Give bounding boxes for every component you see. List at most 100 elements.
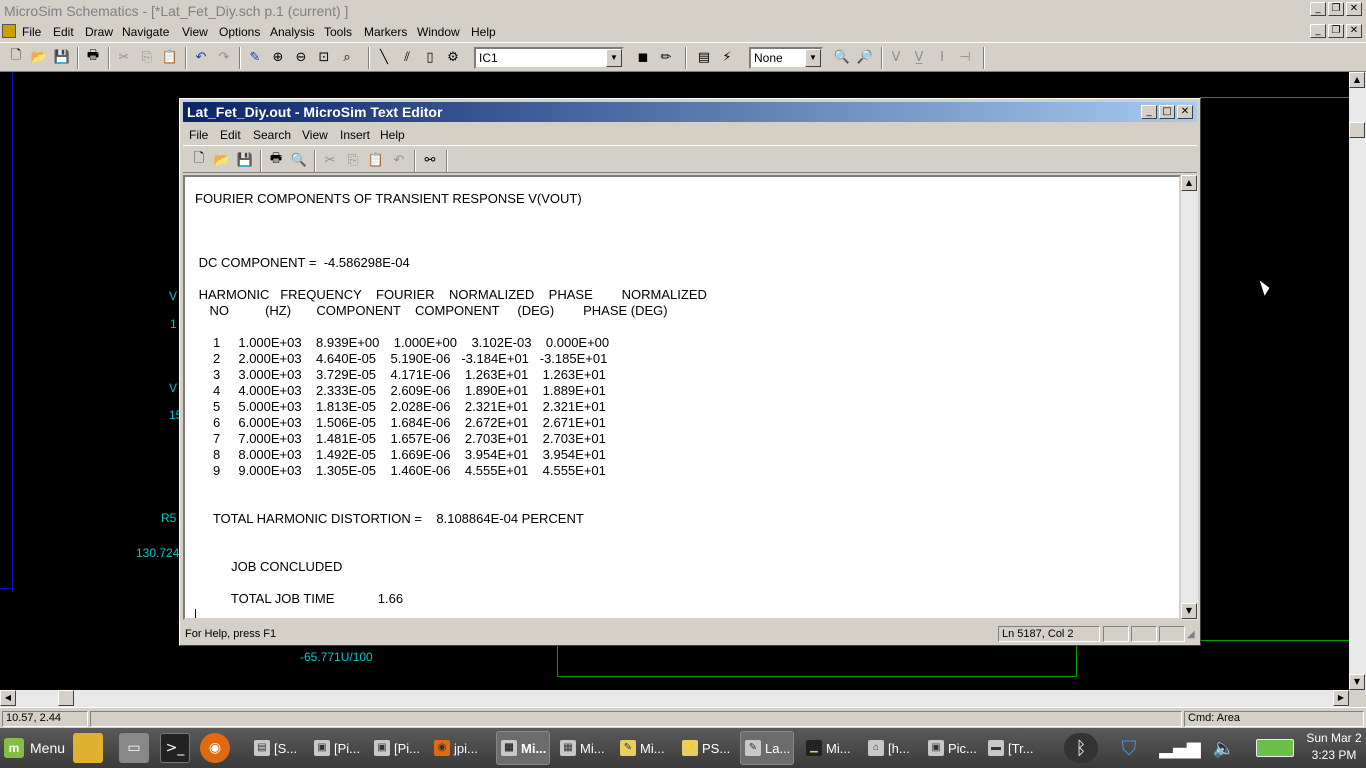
menu-file[interactable]: File — [22, 25, 41, 39]
print-icon[interactable]: 🖶 — [266, 150, 286, 170]
draw-block-icon[interactable]: ▯ — [420, 47, 440, 67]
editor-text-area[interactable]: FOURIER COMPONENTS OF TRANSIENT RESPONSE… — [183, 175, 1181, 620]
task-button[interactable]: ▣ [Pi... — [370, 731, 424, 765]
cut-icon[interactable]: ✂ — [320, 150, 340, 170]
menu-edit[interactable]: Edit — [53, 25, 74, 39]
shield-icon[interactable]: ⛉ — [1110, 733, 1148, 763]
editor-menu-search[interactable]: Search — [253, 128, 291, 142]
edit-attributes-icon[interactable]: ◼ — [633, 47, 653, 67]
scroll-down-icon[interactable]: ▼ — [1349, 674, 1365, 690]
draw-wire-icon[interactable]: ╲ — [374, 47, 394, 67]
scroll-thumb[interactable] — [58, 690, 74, 706]
task-button[interactable]: ▬ [Tr... — [984, 731, 1038, 765]
task-button[interactable]: ⌂ [h... — [864, 731, 918, 765]
editor-titlebar[interactable]: Lat_Fet_Diy.out - MicroSim Text Editor _… — [183, 102, 1197, 122]
editor-maximize-button[interactable]: □ — [1159, 105, 1175, 119]
task-button[interactable]: ▁ Mi... — [802, 731, 856, 765]
scroll-left-icon[interactable]: ◀ — [0, 690, 16, 706]
resize-grip-icon[interactable]: ◢ — [1187, 629, 1195, 640]
copy-icon[interactable]: ⎘ — [343, 150, 363, 170]
voltage-marker-icon[interactable]: V — [886, 47, 906, 67]
editor-close-button[interactable]: ✕ — [1177, 105, 1193, 119]
undo-icon[interactable]: ↶ — [389, 150, 409, 170]
editor-menu-edit[interactable]: Edit — [220, 128, 241, 142]
menu-analysis[interactable]: Analysis — [270, 25, 315, 39]
task-button[interactable]: ▦ Mi... — [556, 731, 610, 765]
network-signal-icon[interactable]: ▂▄▆ — [1159, 733, 1201, 763]
draw-bus-icon[interactable]: ⫽ — [397, 47, 417, 67]
mdi-close-button[interactable]: ✕ — [1346, 24, 1362, 38]
editor-menu-view[interactable]: View — [302, 128, 328, 142]
volume-icon[interactable]: 🔈 — [1206, 733, 1242, 763]
mdi-minimize-button[interactable]: _ — [1310, 24, 1326, 38]
zoom-out-icon[interactable]: ⊖ — [291, 47, 311, 67]
marker-combo[interactable]: None ▼ — [749, 47, 823, 69]
edit-symbol-icon[interactable]: ✏ — [656, 47, 676, 67]
firefox-icon[interactable]: ◉ — [200, 733, 230, 763]
paste-icon[interactable]: 📋 — [160, 47, 180, 67]
menu-tools[interactable]: Tools — [324, 25, 352, 39]
chevron-down-icon[interactable]: ▼ — [805, 49, 821, 67]
redo-icon[interactable]: ↷ — [214, 47, 234, 67]
editor-menu-help[interactable]: Help — [380, 128, 405, 142]
save-icon[interactable]: 💾 — [235, 150, 255, 170]
paste-icon[interactable]: 📋 — [366, 150, 386, 170]
get-part-icon[interactable]: ⚙ — [443, 47, 463, 67]
simulate-icon[interactable]: ⚡ — [717, 47, 737, 67]
open-folder-icon[interactable]: 📂 — [212, 150, 232, 170]
zoom-in-icon[interactable]: ⊕ — [268, 47, 288, 67]
probe-marker-icon[interactable]: ⊣ — [955, 47, 975, 67]
menu-draw[interactable]: Draw — [85, 25, 113, 39]
editor-menu-file[interactable]: File — [189, 128, 208, 142]
new-file-icon[interactable]: 🗋 — [6, 47, 26, 67]
chevron-down-icon[interactable]: ▼ — [606, 49, 622, 67]
zoom-area-icon[interactable]: ⊡ — [314, 47, 334, 67]
scroll-right-icon[interactable]: ▶ — [1333, 690, 1349, 706]
pencil-icon[interactable]: ✎ — [245, 47, 265, 67]
menu-options[interactable]: Options — [219, 25, 260, 39]
minimize-button[interactable]: _ — [1310, 2, 1326, 16]
menu-view[interactable]: View — [182, 25, 208, 39]
task-button[interactable]: ✎ La... — [740, 731, 794, 765]
editor-menu-insert[interactable]: Insert — [340, 128, 370, 142]
vdiff-marker-icon[interactable]: V̲ — [909, 47, 929, 67]
battery-icon[interactable] — [1254, 733, 1296, 763]
open-folder-icon[interactable]: 📂 — [29, 47, 49, 67]
task-button[interactable]: ▤ [S... — [250, 731, 304, 765]
menu-window[interactable]: Window — [417, 25, 460, 39]
canvas-vertical-scrollbar[interactable]: ▲ ▼ — [1349, 72, 1366, 690]
scroll-up-icon[interactable]: ▲ — [1349, 72, 1365, 88]
clock[interactable]: Sun Mar 2 3:23 PM — [1302, 730, 1366, 764]
part-name-combo[interactable]: IC1 ▼ — [474, 47, 624, 69]
find-icon[interactable]: 🔍 — [832, 47, 852, 67]
print-icon[interactable]: 🖶 — [83, 47, 103, 67]
editor-vertical-scrollbar[interactable]: ▲ ▼ — [1181, 175, 1198, 620]
find-binoculars-icon[interactable]: ⚯ — [420, 150, 440, 170]
save-icon[interactable]: 💾 — [52, 47, 72, 67]
app-icon[interactable] — [2, 24, 16, 38]
terminal-icon[interactable]: >_ — [160, 733, 190, 763]
bluetooth-icon[interactable]: ᛒ — [1064, 733, 1098, 763]
menu-help[interactable]: Help — [471, 25, 496, 39]
task-button[interactable]: ◉ jpi... — [430, 731, 484, 765]
undo-icon[interactable]: ↶ — [191, 47, 211, 67]
editor-minimize-button[interactable]: _ — [1141, 105, 1157, 119]
mdi-restore-button[interactable]: ❐ — [1328, 24, 1344, 38]
cut-icon[interactable]: ✂ — [114, 47, 134, 67]
zoom-fit-icon[interactable]: ⌕ — [337, 47, 357, 67]
task-button[interactable]: ⚡ PS... — [678, 731, 732, 765]
close-button[interactable]: ✕ — [1346, 2, 1362, 16]
task-button[interactable]: ▣ [Pi... — [310, 731, 364, 765]
start-menu-button[interactable]: m Menu — [4, 736, 65, 760]
find-next-icon[interactable]: 🔎 — [855, 47, 875, 67]
print-preview-icon[interactable]: 🔍 — [289, 150, 309, 170]
canvas-horizontal-scrollbar[interactable]: ◀ ▶ — [0, 690, 1349, 707]
current-marker-icon[interactable]: I — [932, 47, 952, 67]
task-button[interactable]: ✎ Mi... — [616, 731, 670, 765]
copy-icon[interactable]: ⎘ — [137, 47, 157, 67]
task-button[interactable]: ▦ Mi... — [496, 731, 550, 765]
restore-button[interactable]: ❐ — [1328, 2, 1344, 16]
setup-analysis-icon[interactable]: ▤ — [694, 47, 714, 67]
scroll-up-icon[interactable]: ▲ — [1181, 175, 1197, 191]
scroll-down-icon[interactable]: ▼ — [1181, 603, 1197, 619]
